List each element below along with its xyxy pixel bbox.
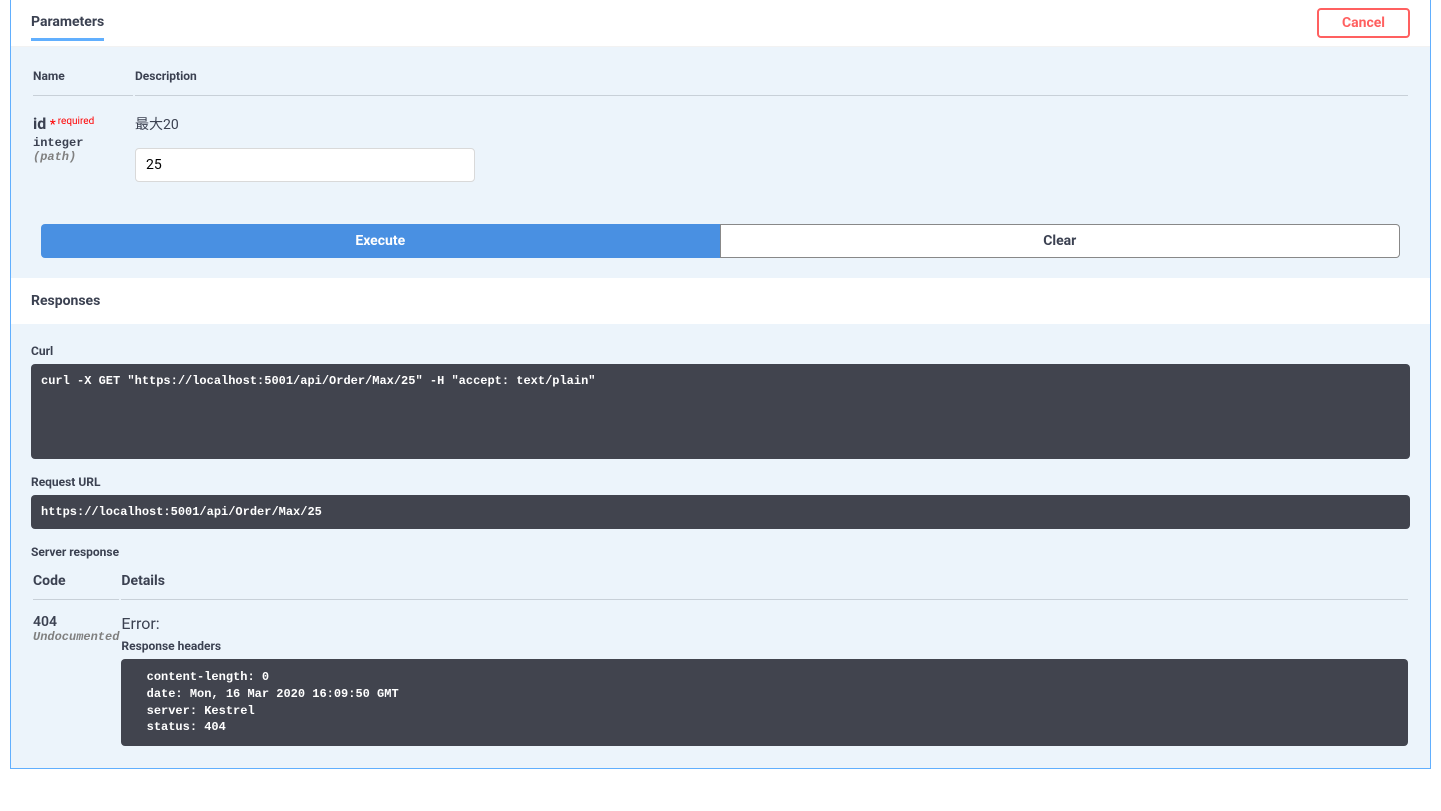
- column-name: Name: [33, 69, 133, 96]
- clear-button[interactable]: Clear: [720, 224, 1401, 258]
- param-description: 最大20: [135, 114, 1408, 134]
- responses-header: Responses: [11, 278, 1430, 324]
- column-details: Details: [121, 573, 1408, 600]
- param-type: integer: [33, 133, 133, 150]
- request-url-block: https://localhost:5001/api/Order/Max/25: [31, 495, 1410, 529]
- response-row: 404 Undocumented Error: Response headers…: [33, 602, 1408, 746]
- responses-body: Curl curl -X GET "https://localhost:5001…: [11, 324, 1430, 768]
- request-url-label: Request URL: [31, 475, 1410, 489]
- param-id-input[interactable]: [135, 148, 475, 182]
- action-buttons-row: Execute Clear: [31, 224, 1410, 258]
- parameters-header: Parameters Cancel: [11, 0, 1430, 47]
- parameters-table: Name Description id *required integer (p…: [31, 67, 1410, 194]
- parameters-tab[interactable]: Parameters: [31, 14, 104, 41]
- execute-button[interactable]: Execute: [41, 224, 720, 258]
- undocumented-label: Undocumented: [33, 630, 119, 644]
- curl-command-block: curl -X GET "https://localhost:5001/api/…: [31, 364, 1410, 459]
- required-label: required: [56, 116, 94, 127]
- curl-label: Curl: [31, 344, 1410, 358]
- column-code: Code: [33, 573, 119, 600]
- parameters-body: Name Description id *required integer (p…: [11, 47, 1430, 278]
- response-table: Code Details 404 Undocumented Error: Res…: [31, 571, 1410, 748]
- server-response-label: Server response: [31, 545, 1410, 559]
- parameter-row: id *required integer (path) 最大20: [33, 98, 1408, 192]
- status-code: 404: [33, 614, 119, 630]
- cancel-button[interactable]: Cancel: [1317, 8, 1410, 38]
- response-headers-block: content-length: 0 date: Mon, 16 Mar 2020…: [121, 659, 1408, 746]
- responses-title: Responses: [31, 293, 1410, 309]
- response-headers-label: Response headers: [121, 639, 1408, 653]
- error-label: Error:: [121, 614, 1408, 633]
- param-name: id: [33, 114, 46, 133]
- column-description: Description: [135, 69, 1408, 96]
- param-in: (path): [33, 150, 133, 164]
- required-star-icon: *: [50, 117, 56, 133]
